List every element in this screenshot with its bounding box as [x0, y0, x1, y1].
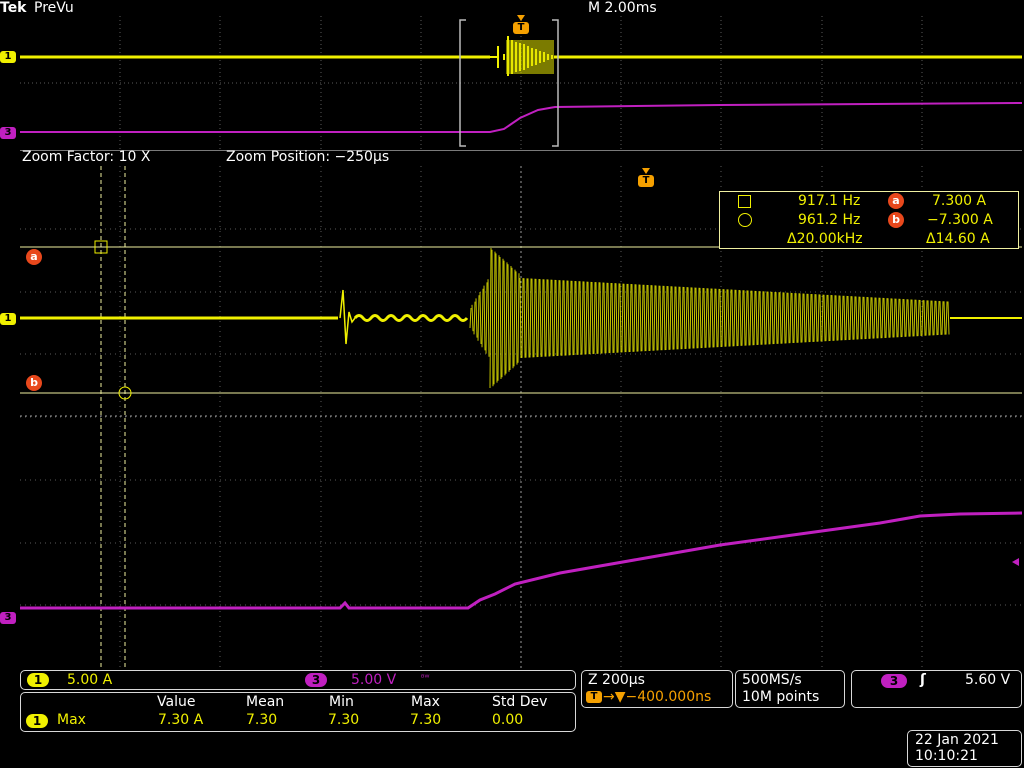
zoom-factor-label: Zoom Factor: 10 X: [22, 149, 151, 165]
trigger-level-value[interactable]: 5.60 V: [965, 672, 1010, 688]
meas-min: 7.30: [328, 712, 360, 728]
rising-edge-icon: ʃ: [920, 672, 926, 688]
acquisition-panel[interactable]: 500MS/s 10M points: [735, 670, 845, 708]
channel-scale-panel[interactable]: 1 5.00 A 3 5.00 V ᴮᵂ: [20, 670, 576, 690]
delta-frequency: Δ20.00kHz: [787, 231, 863, 247]
ch1-scale-value[interactable]: 5.00 A: [67, 672, 112, 688]
zoom-position-label: Zoom Position: −250µs: [226, 149, 390, 165]
overview-waveform-display[interactable]: [20, 16, 1022, 149]
zoom-trigger-marker[interactable]: T: [638, 175, 654, 187]
record-length: 10M points: [742, 689, 820, 705]
zoom-scale-value[interactable]: Z 200µs: [588, 672, 645, 688]
meas-channel-badge: 1: [26, 714, 48, 728]
ch3-scale-value[interactable]: 5.00 V: [351, 672, 396, 688]
zoom-info-bar: [20, 150, 1022, 166]
sample-rate: 500MS/s: [742, 672, 802, 688]
cursor2-ref-badge: b: [888, 212, 904, 228]
delta-amplitude: Δ14.60 A: [926, 231, 990, 247]
overview-trigger-arrow-icon: [517, 15, 525, 21]
ch1-scale-badge[interactable]: 1: [27, 673, 49, 687]
ref-a-marker[interactable]: a: [26, 249, 42, 265]
meas-mean: 7.30: [246, 712, 278, 728]
date-label: 22 Jan 2021: [915, 732, 999, 748]
cursor1-ref-badge: a: [888, 193, 904, 209]
ch3-scale-badge[interactable]: 3: [305, 673, 327, 687]
overview-trigger-marker[interactable]: T: [513, 22, 529, 34]
meas-header-stddev: Std Dev: [492, 694, 548, 710]
meas-name[interactable]: Max: [57, 712, 86, 728]
meas-header-value: Value: [157, 694, 196, 710]
zoom-trigger-arrow-icon: [642, 168, 650, 174]
cursor2-amplitude: −7.300 A: [927, 212, 993, 228]
meas-max: 7.30: [410, 712, 442, 728]
trigger-panel[interactable]: 3 ʃ 5.60 V: [851, 670, 1022, 708]
meas-header-min: Min: [329, 694, 354, 710]
cursor-readout-panel: 917.1 Hz a 7.300 A 961.2 Hz b −7.300 A Δ…: [719, 191, 1019, 249]
trigger-position-icon: T: [586, 691, 602, 703]
cursor1-amplitude: 7.300 A: [932, 193, 987, 209]
meas-header-mean: Mean: [246, 694, 285, 710]
zoom-ch1-marker[interactable]: 1: [0, 313, 16, 325]
datetime-panel: 22 Jan 2021 10:10:21: [907, 730, 1022, 767]
acquisition-mode: PreVu: [34, 0, 74, 16]
meas-stddev: 0.00: [492, 712, 524, 728]
horizontal-panel[interactable]: Z 200µs T →▼−400.000ns: [581, 670, 733, 708]
overview-ch3-marker[interactable]: 3: [0, 127, 16, 139]
ch3-bandwidth-icon: ᴮᵂ: [421, 673, 430, 682]
zoom-ch3-marker[interactable]: 3: [0, 612, 16, 624]
cursor1-frequency: 917.1 Hz: [798, 193, 861, 209]
meas-value: 7.30 A: [158, 712, 204, 728]
trigger-level-arrow-icon[interactable]: [1012, 558, 1019, 566]
time-label: 10:10:21: [915, 748, 978, 764]
circle-cursor-icon: [738, 213, 752, 227]
cursor2-frequency: 961.2 Hz: [798, 212, 861, 228]
meas-header-max: Max: [411, 694, 440, 710]
trigger-position-value[interactable]: →▼−400.000ns: [603, 689, 711, 705]
overview-ch1-marker[interactable]: 1: [0, 51, 16, 63]
ref-b-marker[interactable]: b: [26, 375, 42, 391]
trigger-source-badge[interactable]: 3: [881, 674, 907, 688]
square-cursor-icon: [738, 195, 751, 208]
brand-label: Tek: [0, 0, 27, 16]
timebase-readout: M 2.00ms: [588, 0, 657, 16]
measurement-panel[interactable]: Value Mean Min Max Std Dev 1 Max 7.30 A …: [20, 692, 576, 732]
